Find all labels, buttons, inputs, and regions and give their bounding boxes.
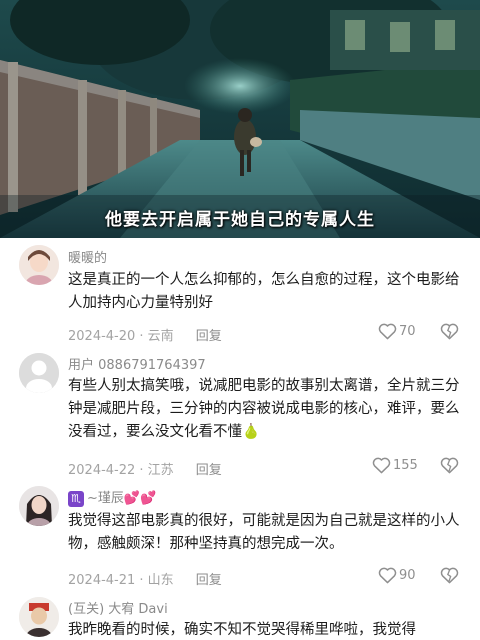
reply-button[interactable]: 回复 [196, 463, 222, 478]
like-button[interactable]: 90 [378, 567, 416, 584]
video-frame[interactable]: 他要去开启属于她自己的专属人生 [0, 0, 480, 238]
broken-heart-icon [440, 567, 459, 588]
avatar[interactable] [19, 486, 59, 526]
like-button[interactable]: 70 [378, 323, 416, 340]
comment-text: 我觉得这部电影真的很好，可能就是因为自己就是这样的小人物，感触颇深！那种坚持真的… [68, 513, 460, 552]
like-button[interactable]: 155 [372, 457, 418, 474]
comment-username[interactable]: ♏ ~瑾辰💕💕 [68, 487, 156, 507]
scorpio-badge: ♏ [68, 490, 84, 507]
pear-emoji: 🍐 [242, 424, 261, 440]
comment-meta: 2024-4-20 · 云南 回复 [68, 325, 222, 344]
broken-heart-icon [440, 457, 459, 478]
comment-date-location: 2024-4-21 · 山东 [68, 573, 174, 588]
street-scene-image [0, 0, 480, 238]
heart-outline-icon [372, 457, 393, 474]
reply-button[interactable]: 回复 [196, 329, 222, 344]
username-text: ~瑾辰 [87, 491, 124, 506]
reply-button[interactable]: 回复 [196, 573, 222, 588]
comment-text: 有些人别太搞笑哦，说减肥电影的故事别太离谱，全片就三分钟是减肥片段，三分钟的内容… [68, 375, 464, 444]
hearts-emoji: 💕💕 [123, 491, 157, 506]
dislike-button[interactable] [440, 323, 459, 344]
like-count: 70 [399, 324, 416, 339]
comment-meta: 2024-4-22 · 江苏 回复 [68, 459, 222, 478]
comment-date-location: 2024-4-22 · 江苏 [68, 463, 174, 478]
dislike-button[interactable] [440, 567, 459, 588]
avatar[interactable] [19, 245, 59, 285]
video-subtitle: 他要去开启属于她自己的专属人生 [105, 210, 375, 230]
heart-outline-icon [378, 323, 399, 340]
comment-date-location: 2024-4-20 · 云南 [68, 329, 174, 344]
comment-username[interactable]: 暖暖的 [68, 247, 107, 266]
comment-text-content: 有些人别太搞笑哦，说减肥电影的故事别太离谱，全片就三分钟是减肥片段，三分钟的内容… [68, 378, 460, 440]
comment-meta: 2024-4-21 · 山东 回复 [68, 569, 222, 588]
dislike-button[interactable] [440, 457, 459, 478]
comment-text: 我昨晚看的时候，确实不知不觉哭得稀里哗啦，我觉得 [68, 622, 416, 638]
like-count: 155 [393, 458, 418, 473]
comment-username[interactable]: 用户 0886791764397 [68, 354, 206, 373]
broken-heart-icon [440, 323, 459, 344]
avatar[interactable] [19, 597, 59, 637]
like-count: 90 [399, 568, 416, 583]
comment-text: 这是真正的一个人怎么抑郁的，怎么自愈的过程，这个电影给人加持内心力量特别好 [68, 272, 460, 311]
avatar[interactable] [19, 353, 59, 393]
comment-username[interactable]: (互关) 大宥 Davi [68, 598, 168, 617]
heart-outline-icon [378, 567, 399, 584]
